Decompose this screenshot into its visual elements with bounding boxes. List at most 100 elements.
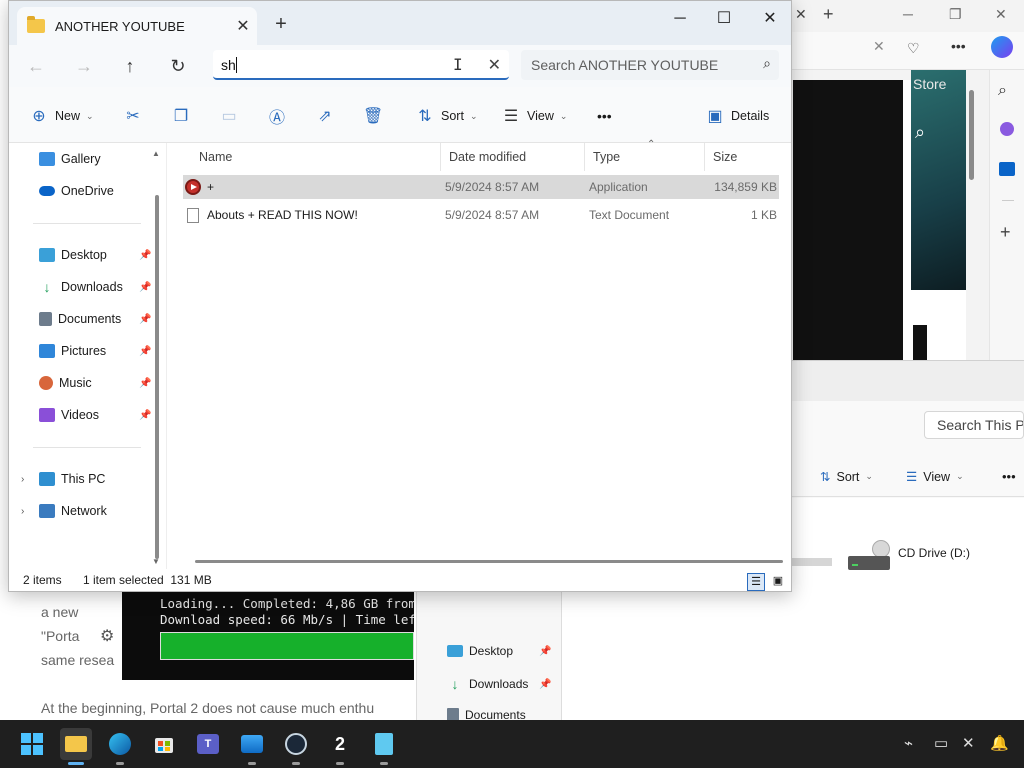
file-row[interactable]: Abouts + READ THIS NOW! 5/9/2024 8:57 AM…	[183, 203, 779, 227]
sort-ascending-icon: ⌃	[647, 139, 656, 150]
maximize-button[interactable]: ☐	[701, 5, 747, 33]
outlook-icon[interactable]	[999, 162, 1015, 176]
new-tab-button[interactable]: +	[269, 13, 293, 36]
close-button[interactable]: ✕	[747, 5, 793, 33]
taskbar-file-explorer[interactable]	[60, 728, 92, 765]
more-options-button[interactable]: •••	[597, 103, 612, 129]
tab-another-youtube[interactable]: ANOTHER YOUTUBE ✕	[17, 7, 257, 45]
sidebar-add-icon[interactable]: +	[1000, 222, 1011, 243]
browser-new-tab-icon[interactable]: +	[823, 4, 834, 25]
background-nav-desktop[interactable]: Desktop 📌	[447, 644, 551, 658]
rename-button[interactable]: Ⓐ	[267, 103, 287, 129]
sidebar-item-downloads[interactable]: ↓ Downloads 📌	[39, 276, 159, 298]
browser-heart-icon[interactable]: ♡	[907, 40, 920, 57]
pin-icon[interactable]: 📌	[139, 410, 151, 421]
background-sort-button[interactable]: ⇅ Sort ⌄	[820, 469, 873, 485]
browser-more-icon[interactable]: •••	[951, 38, 966, 54]
chevron-right-icon[interactable]: ›	[21, 506, 24, 517]
details-view-icon[interactable]: ☰	[747, 573, 765, 591]
minimize-button[interactable]: ─	[657, 5, 703, 33]
sidebar-search-icon[interactable]: ⌕	[998, 82, 1007, 100]
pin-icon[interactable]: 📌	[139, 250, 151, 261]
sidebar-item-this-pc[interactable]: This PC	[39, 468, 159, 490]
clear-icon[interactable]: ✕	[488, 55, 501, 75]
background-view-button[interactable]: ☰ View ⌄	[906, 469, 964, 485]
pin-icon[interactable]: 📌	[139, 314, 151, 325]
network-disconnected-icon[interactable]: ⌁	[904, 734, 913, 752]
taskbar-edge[interactable]	[104, 728, 136, 765]
taskbar-portal2[interactable]: 2	[324, 728, 356, 765]
taskbar-store[interactable]	[148, 728, 180, 760]
cut-button[interactable]: ✂	[123, 103, 143, 129]
share-button[interactable]: ⇗	[315, 103, 335, 129]
sidebar-item-gallery[interactable]: Gallery	[39, 148, 159, 170]
file-name-cell: Abouts + READ THIS NOW!	[185, 203, 358, 227]
browser-minimize-icon[interactable]: ─	[903, 6, 913, 22]
search-input[interactable]: Search ANOTHER YOUTUBE ⌕	[521, 50, 779, 80]
scroll-down-icon[interactable]: ▼	[152, 557, 160, 566]
file-row[interactable]: + 5/9/2024 8:57 AM Application 134,859 K…	[183, 175, 779, 199]
address-input[interactable]: sh I ✕	[213, 50, 509, 80]
browser-address-close-icon[interactable]: ✕	[873, 38, 885, 55]
copy-button[interactable]: ❐	[171, 103, 191, 129]
background-nav-downloads[interactable]: ↓ Downloads 📌	[447, 676, 552, 692]
sidebar-item-desktop[interactable]: Desktop 📌	[39, 244, 159, 266]
pin-icon[interactable]: 📌	[139, 378, 151, 389]
chevron-right-icon[interactable]: ›	[21, 474, 24, 485]
sort-button[interactable]: ⇅ Sort ⌄	[415, 103, 477, 129]
file-type: Text Document	[589, 208, 670, 222]
details-button[interactable]: ▣ Details	[705, 103, 769, 129]
view-button[interactable]: ☰ View ⌄	[501, 103, 568, 129]
volume-muted-icon[interactable]: ✕	[962, 734, 975, 752]
browser-tab-close-icon[interactable]: ✕	[795, 6, 807, 23]
browser-close-icon[interactable]: ✕	[995, 6, 1007, 23]
tab-close-icon[interactable]: ✕	[229, 16, 257, 36]
column-header-size[interactable]: Size	[705, 143, 785, 171]
notification-bell-icon[interactable]: 🔔	[990, 734, 1009, 752]
paste-button[interactable]: ▭	[219, 103, 239, 129]
file-explorer-window: ANOTHER YOUTUBE ✕ + ─ ☐ ✕ ← → ↑ ↻ sh I ✕…	[8, 0, 792, 592]
sort-icon: ⇅	[418, 108, 432, 125]
sidebar-item-pictures[interactable]: Pictures 📌	[39, 340, 159, 362]
taskbar-steam[interactable]	[280, 728, 312, 765]
sidebar-item-videos[interactable]: Videos 📌	[39, 404, 159, 426]
delete-button[interactable]: 🗑	[363, 103, 383, 129]
copilot-icon[interactable]	[991, 36, 1013, 58]
scroll-up-icon[interactable]: ▲	[152, 149, 160, 158]
browser-scrollbar[interactable]	[969, 90, 974, 180]
display-icon[interactable]: ▭	[934, 734, 948, 752]
column-header-name[interactable]: Name	[191, 143, 441, 171]
taskbar-photos[interactable]	[236, 728, 268, 765]
pin-icon[interactable]: 📌	[139, 282, 151, 293]
nav-scrollbar[interactable]: ▲ ▼	[152, 149, 162, 566]
taskbar-notepad[interactable]	[368, 728, 400, 765]
forward-arrow-icon[interactable]: →	[69, 53, 99, 79]
sidebar-item-onedrive[interactable]: OneDrive	[39, 180, 159, 202]
browser-restore-icon[interactable]: ❐	[949, 6, 962, 23]
sidebar-item-documents[interactable]: Documents 📌	[39, 308, 159, 330]
start-button[interactable]	[16, 728, 48, 760]
cd-drive-label[interactable]: CD Drive (D:)	[898, 546, 970, 560]
background-more-button[interactable]: •••	[1002, 469, 1016, 484]
sidebar-item-network[interactable]: Network	[39, 500, 159, 522]
horizontal-scrollbar[interactable]	[195, 560, 783, 563]
scroll-thumb[interactable]	[155, 195, 159, 559]
background-search-box[interactable]: Search This PC	[924, 411, 1024, 439]
new-button[interactable]: ⊕ New ⌄	[29, 103, 93, 129]
selection-info: 1 item selected 131 MB	[83, 573, 212, 587]
up-arrow-icon[interactable]: ↑	[115, 53, 145, 79]
sidebar-app-icon[interactable]	[1000, 122, 1014, 136]
tiles-view-icon[interactable]: ▣	[769, 573, 787, 591]
gear-icon[interactable]: ⚙	[100, 626, 114, 646]
taskbar-teams[interactable]: T	[192, 728, 224, 760]
column-header-date[interactable]: Date modified	[441, 143, 585, 171]
pin-icon[interactable]: 📌	[139, 346, 151, 357]
refresh-icon[interactable]: ↻	[163, 53, 193, 79]
browser-search-icon[interactable]: ⌕	[915, 122, 925, 143]
sidebar-item-music[interactable]: Music 📌	[39, 372, 159, 394]
column-header-type[interactable]: Type	[585, 143, 705, 171]
cd-drive-icon[interactable]	[848, 540, 890, 574]
back-arrow-icon[interactable]: ←	[21, 53, 51, 79]
address-typed-text: sh	[221, 57, 236, 73]
background-scroll-stub	[790, 558, 832, 566]
